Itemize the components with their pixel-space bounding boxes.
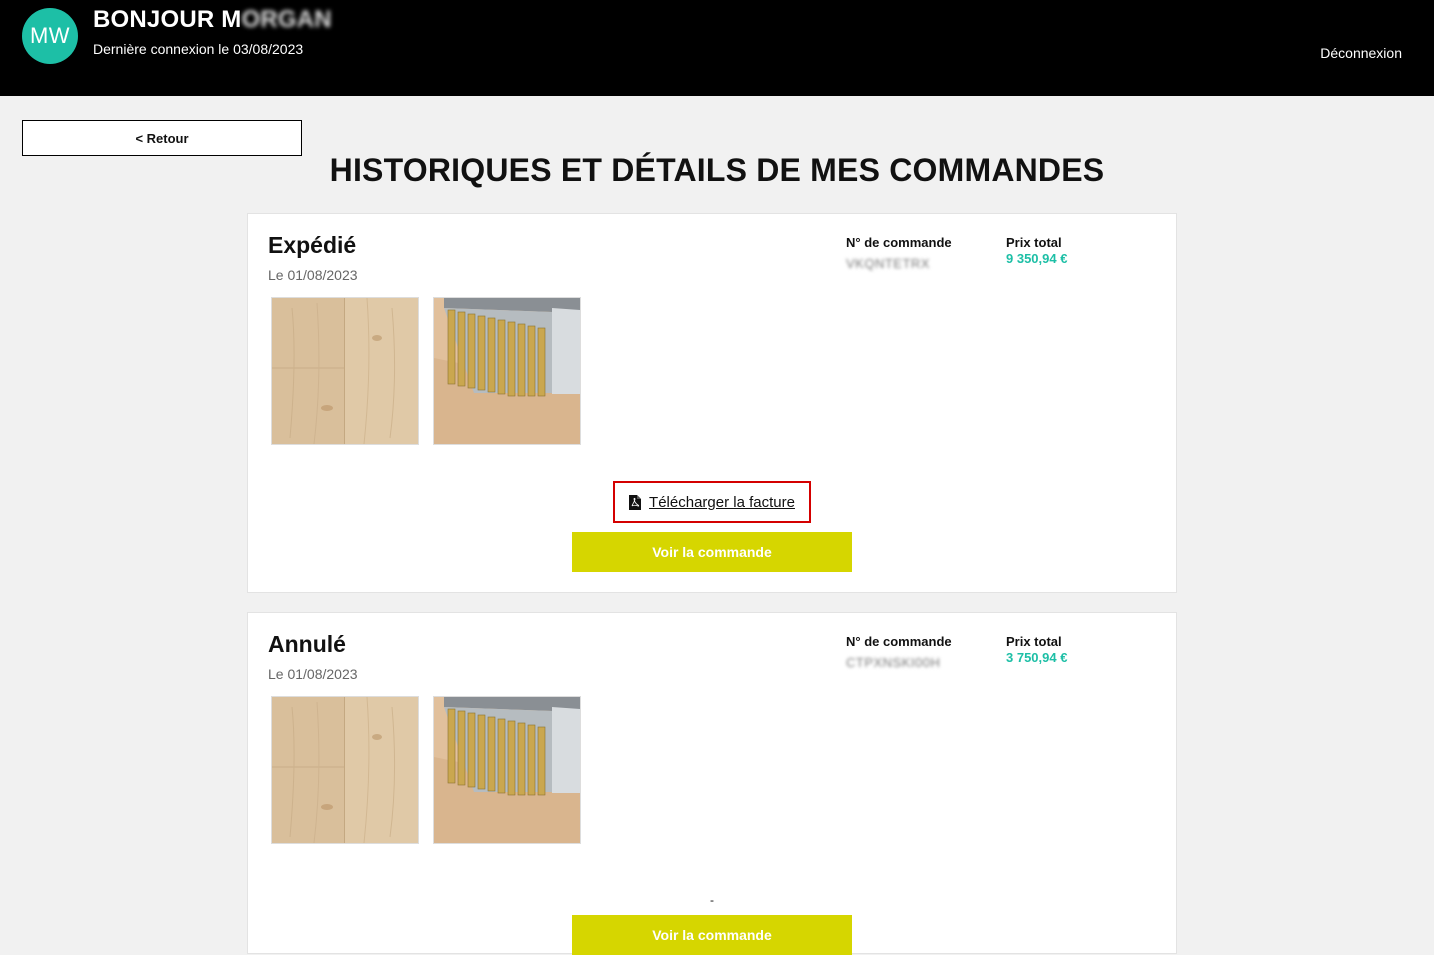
product-thumbnail-oak-floor[interactable]: [271, 297, 419, 445]
page-title: HISTORIQUES ET DÉTAILS DE MES COMMANDES: [329, 152, 1105, 188]
order-card: Expédié Le 01/08/2023 N° de commande VKQ…: [247, 213, 1177, 593]
order-number: CTPXNSKI00H: [846, 655, 941, 670]
total-price: 9 350,94 €: [1006, 251, 1068, 266]
logout-link[interactable]: Déconnexion: [1320, 45, 1402, 61]
order-status: Expédié: [268, 232, 357, 258]
order-card: Annulé Le 01/08/2023 N° de commande CTPX…: [247, 612, 1177, 955]
order-number: VKQNTETRX: [846, 256, 930, 271]
view-order-button[interactable]: Voir la commande: [572, 915, 852, 955]
greeting: BONJOUR MORGAN: [93, 6, 332, 34]
avatar: MW: [22, 8, 78, 64]
view-order-button[interactable]: Voir la commande: [572, 532, 852, 572]
greeting-text: BONJOUR M: [93, 6, 242, 33]
greeting-name-obscured: ORGAN: [241, 6, 332, 33]
last-login: Dernière connexion le 03/08/2023: [93, 41, 304, 57]
product-thumbnail-stair-nosing[interactable]: [433, 696, 581, 844]
product-thumbnail-stair-nosing[interactable]: [433, 297, 581, 445]
total-price: 3 750,94 €: [1006, 650, 1068, 665]
total-price-label: Prix total: [1006, 235, 1062, 250]
order-date: Le 01/08/2023: [268, 267, 358, 283]
separator-dash: -: [710, 893, 714, 907]
total-price-label: Prix total: [1006, 634, 1062, 649]
top-header: MW BONJOUR MORGAN Dernière connexion le …: [0, 0, 1434, 96]
pdf-icon: [629, 494, 642, 510]
order-date: Le 01/08/2023: [268, 666, 358, 682]
order-number-label: N° de commande: [846, 235, 952, 250]
download-invoice-link[interactable]: Télécharger la facture: [613, 481, 811, 523]
back-button[interactable]: < Retour: [22, 120, 302, 156]
order-number-label: N° de commande: [846, 634, 952, 649]
download-invoice-label: Télécharger la facture: [649, 493, 795, 511]
order-status: Annulé: [268, 631, 346, 657]
product-thumbnail-oak-floor[interactable]: [271, 696, 419, 844]
